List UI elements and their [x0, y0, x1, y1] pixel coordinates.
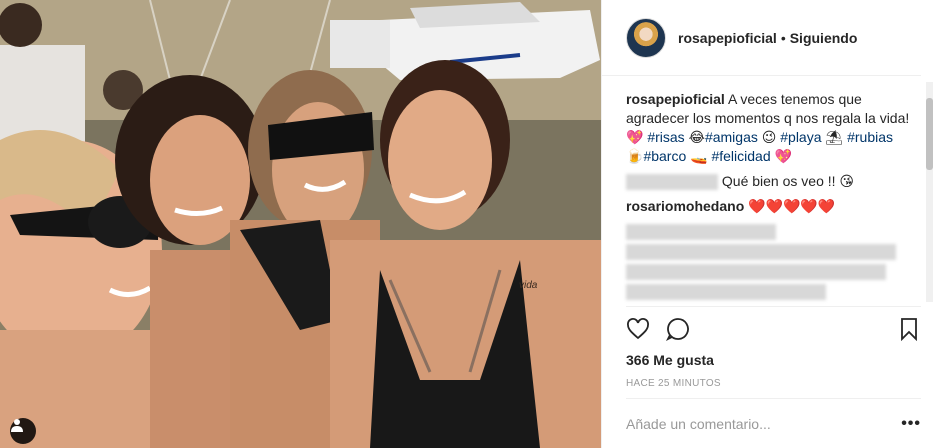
comment-username[interactable]: rosariomohedano	[626, 198, 744, 214]
comment-item: Qué bien os veo !! 😘	[626, 172, 911, 191]
post-sidebar: rosapepioficial • Siguiendo rosapepiofic…	[601, 0, 935, 448]
follow-status-button[interactable]: Siguiendo	[790, 30, 858, 46]
laugh-emoji: 😂	[688, 129, 705, 145]
bookmark-icon[interactable]	[897, 317, 921, 342]
hearts-emoji: ❤️❤️❤️❤️❤️	[748, 198, 836, 214]
action-bar	[626, 306, 921, 350]
photo-illustration	[0, 0, 601, 448]
add-comment-bar: Añade un comentario... •••	[626, 398, 921, 448]
post-timestamp[interactable]: HACE 25 MINUTOS	[602, 378, 935, 389]
comment-item: rosariomohedano ❤️❤️❤️❤️❤️	[626, 197, 911, 216]
header-username[interactable]: rosapepioficial	[678, 30, 777, 46]
caption-username[interactable]: rosapepioficial	[626, 91, 725, 107]
comment-icon[interactable]	[665, 317, 690, 341]
hashtag-rubias[interactable]: #rubias	[847, 129, 893, 145]
blurred-line	[626, 244, 896, 260]
hashtag-playa[interactable]: #playa	[780, 129, 821, 145]
blurred-username	[626, 174, 718, 191]
float-emoji: ⛱	[825, 129, 844, 145]
hashtag-risas[interactable]: #risas	[647, 129, 684, 145]
caption: rosapepioficial A veces tenemos que agra…	[626, 90, 911, 166]
boat-emoji: 🚤	[690, 148, 708, 164]
blurred-line	[626, 224, 776, 240]
avatar[interactable]	[626, 17, 666, 58]
header-separator: •	[780, 29, 786, 46]
tagged-users-button[interactable]	[10, 418, 36, 444]
blurred-comments	[626, 224, 911, 300]
hashtag-barco[interactable]: #barco	[643, 148, 686, 164]
comment-input[interactable]: Añade un comentario...	[626, 416, 771, 432]
heart-emoji: 💖	[774, 148, 792, 164]
post-header: rosapepioficial • Siguiendo	[602, 0, 921, 76]
post-photo[interactable]: vida	[0, 0, 601, 448]
instagram-post: vida rosapepioficial • Siguiendo rosapep…	[0, 0, 935, 448]
blurred-line	[626, 284, 826, 300]
likes-count[interactable]: 366 Me gusta	[602, 352, 935, 368]
wink-emoji: 😉	[761, 129, 777, 145]
comments-list: rosapepioficial A veces tenemos que agra…	[602, 76, 935, 306]
more-options-button[interactable]: •••	[901, 415, 921, 433]
tattoo-text: vida	[519, 280, 538, 291]
heart-emoji: 💖	[626, 129, 644, 145]
hashtag-amigas[interactable]: #amigas	[705, 129, 758, 145]
hashtag-felicidad[interactable]: #felicidad	[711, 148, 770, 164]
scrollbar-thumb[interactable]	[926, 98, 933, 170]
beer-emoji: 🍺	[626, 148, 644, 164]
kiss-emoji: 😘	[839, 173, 855, 189]
comment-text: Qué bien os veo !!	[721, 173, 836, 189]
heart-icon[interactable]	[626, 317, 650, 341]
blurred-line	[626, 264, 886, 280]
